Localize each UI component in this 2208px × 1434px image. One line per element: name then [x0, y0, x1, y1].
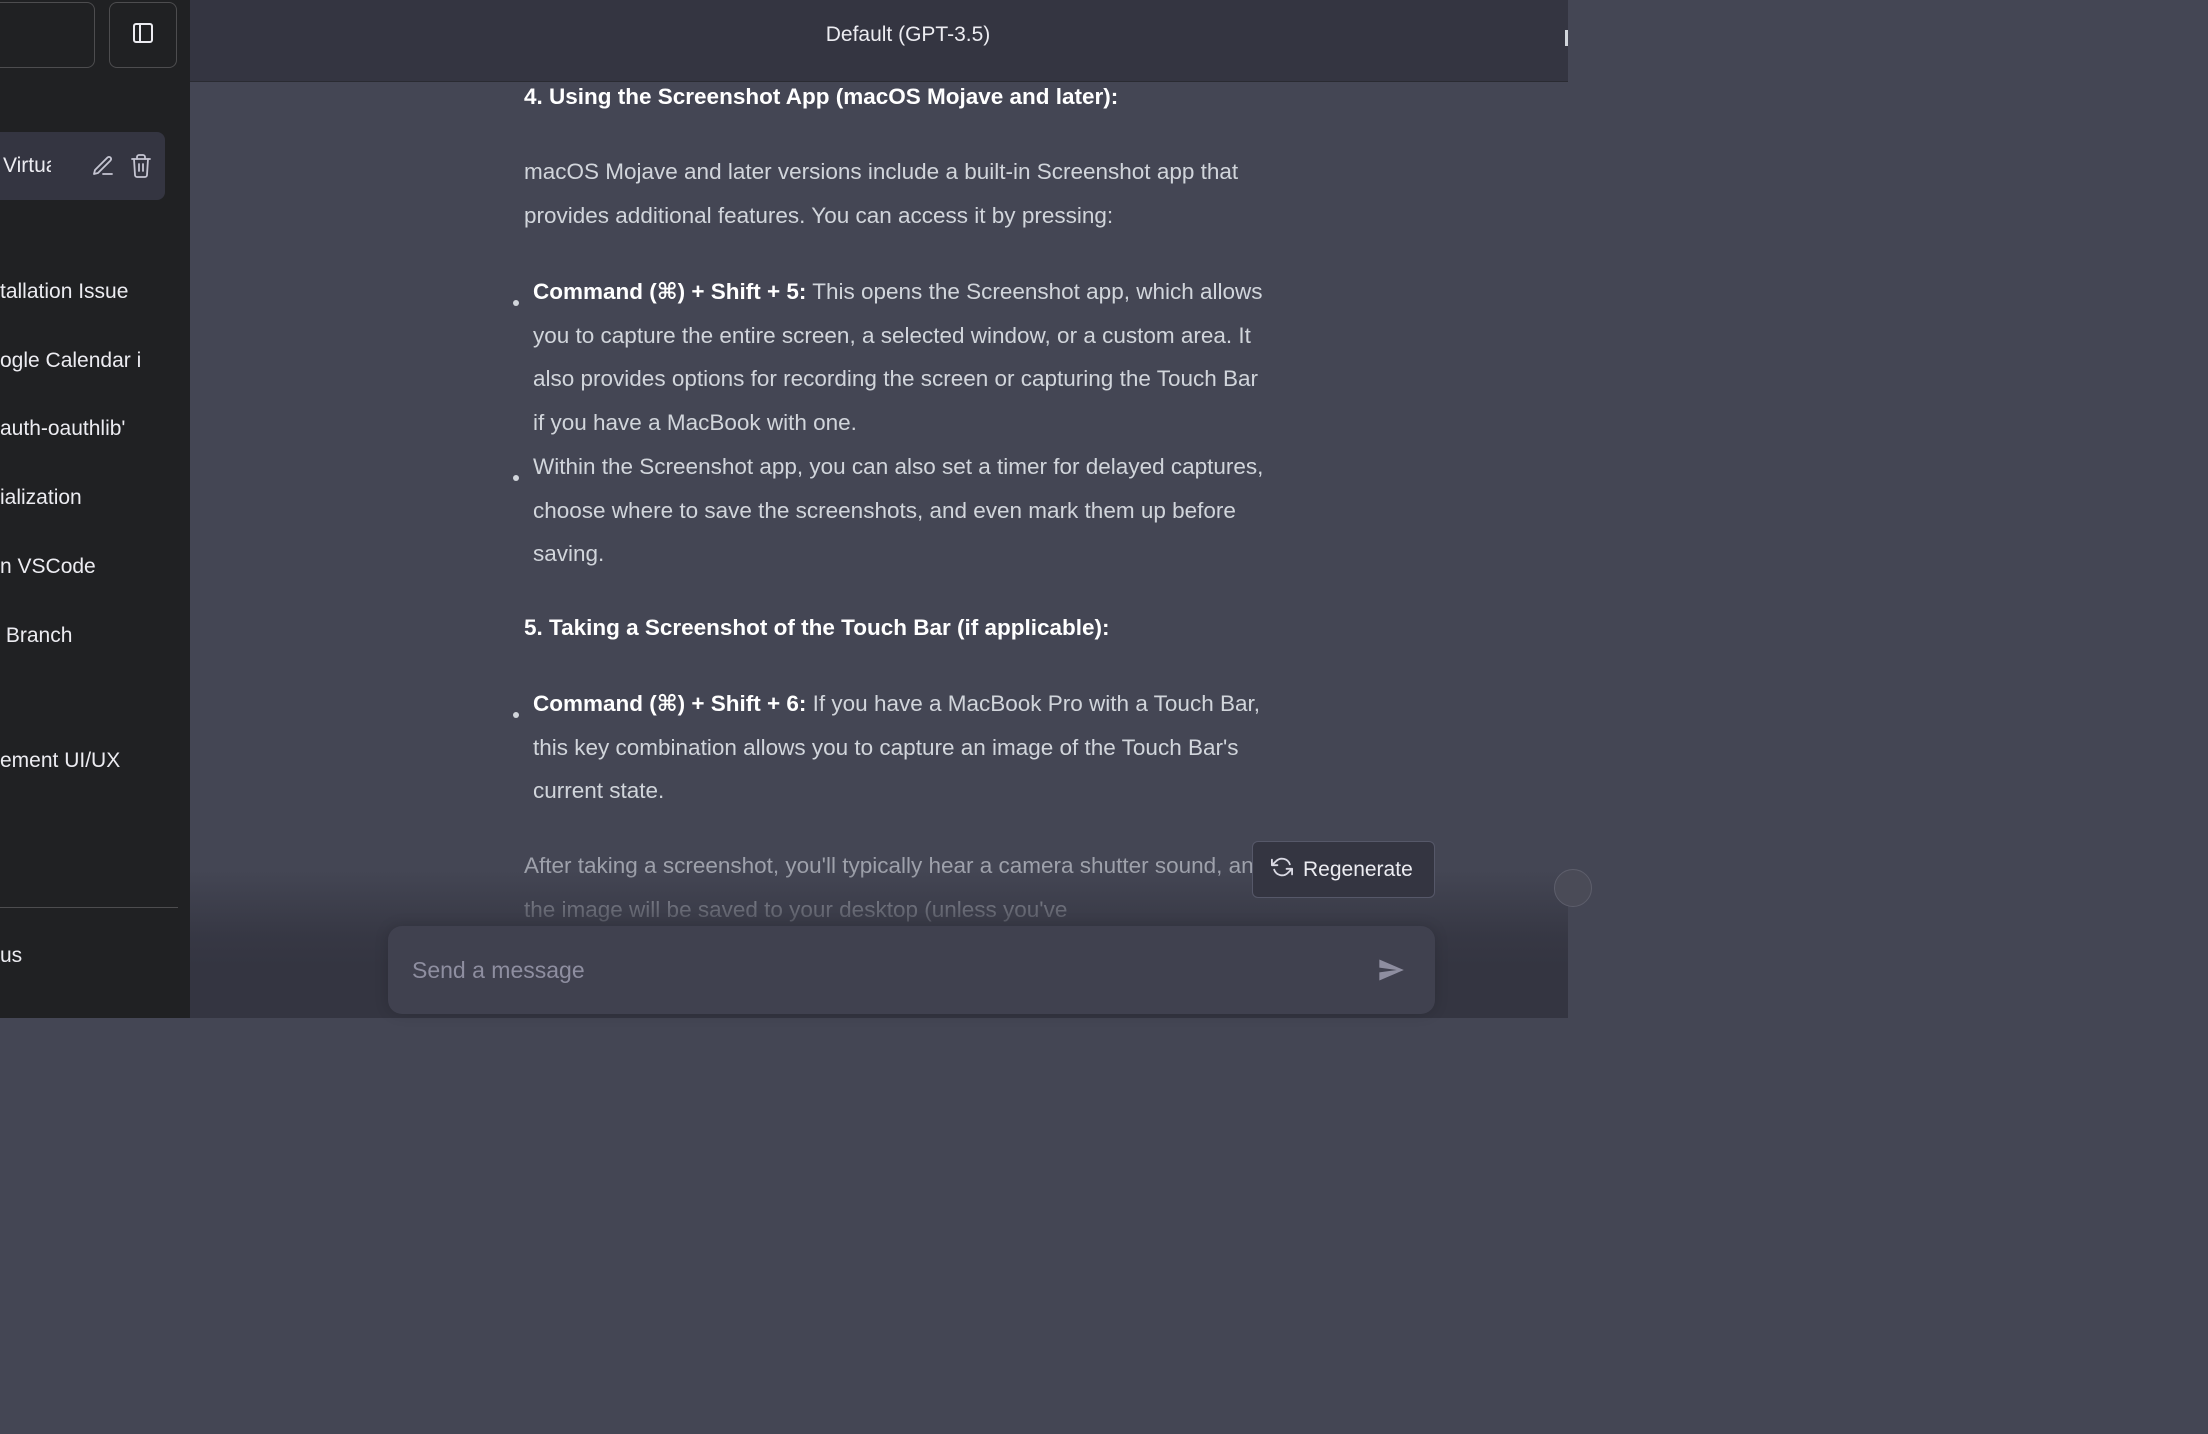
- header-edge-icon: [1565, 30, 1568, 46]
- shortcut-label: Command (⌘) + Shift + 6:: [533, 691, 807, 716]
- sidebar-item[interactable]: ogle Calendar i: [0, 349, 150, 373]
- trash-icon[interactable]: [129, 153, 153, 184]
- message-input[interactable]: Send a message: [388, 926, 1435, 1014]
- sidebar-item[interactable]: ialization: [0, 486, 150, 510]
- sidebar-item[interactable]: Branch: [0, 624, 150, 648]
- list-item-text: Command (⌘) + Shift + 6: If you have a M…: [533, 682, 1273, 813]
- shortcut-label: Command (⌘) + Shift + 5:: [533, 279, 807, 304]
- new-chat-button[interactable]: [0, 2, 95, 68]
- input-placeholder: Send a message: [412, 957, 585, 983]
- sidebar-item[interactable]: tallation Issue: [0, 280, 150, 304]
- paragraph: macOS Mojave and later versions include …: [524, 159, 1239, 228]
- list-item-body: Within the Screenshot app, you can also …: [533, 454, 1264, 567]
- sidebar: Virtual tallation Issue ogle Calendar i …: [0, 0, 190, 1018]
- sidebar-toggle-icon: [131, 21, 155, 50]
- sidebar-item[interactable]: n VSCode: [0, 555, 150, 579]
- list-item-text: Command (⌘) + Shift + 5: This opens the …: [533, 270, 1273, 445]
- refresh-icon: [1271, 856, 1293, 884]
- paragraph: After taking a screenshot, you'll typica…: [524, 853, 1267, 922]
- sidebar-item[interactable]: auth-oauthlib': [0, 417, 150, 441]
- chat-header: Default (GPT-3.5): [190, 0, 1568, 82]
- model-title[interactable]: Default (GPT-3.5): [190, 23, 1626, 47]
- sidebar-item-active[interactable]: Virtual: [0, 132, 165, 200]
- sidebar-bottom-item[interactable]: us: [0, 944, 22, 968]
- regenerate-label: Regenerate: [1303, 857, 1413, 881]
- send-icon[interactable]: [1377, 956, 1405, 989]
- section-heading: 4. Using the Screenshot App (macOS Mojav…: [524, 84, 1119, 109]
- section-heading: 5. Taking a Screenshot of the Touch Bar …: [524, 615, 1110, 640]
- scroll-down-button[interactable]: [1554, 869, 1592, 907]
- sidebar-item[interactable]: ement UI/UX: [0, 749, 150, 773]
- sidebar-divider: [0, 907, 178, 908]
- sidebar-toggle-button[interactable]: [109, 2, 177, 68]
- pencil-icon[interactable]: [91, 154, 115, 183]
- sidebar-item-label: Virtual: [3, 154, 51, 177]
- bullet-icon: [513, 475, 519, 481]
- regenerate-button[interactable]: Regenerate: [1252, 841, 1435, 898]
- bullet-icon: [513, 712, 519, 718]
- bullet-icon: [513, 300, 519, 306]
